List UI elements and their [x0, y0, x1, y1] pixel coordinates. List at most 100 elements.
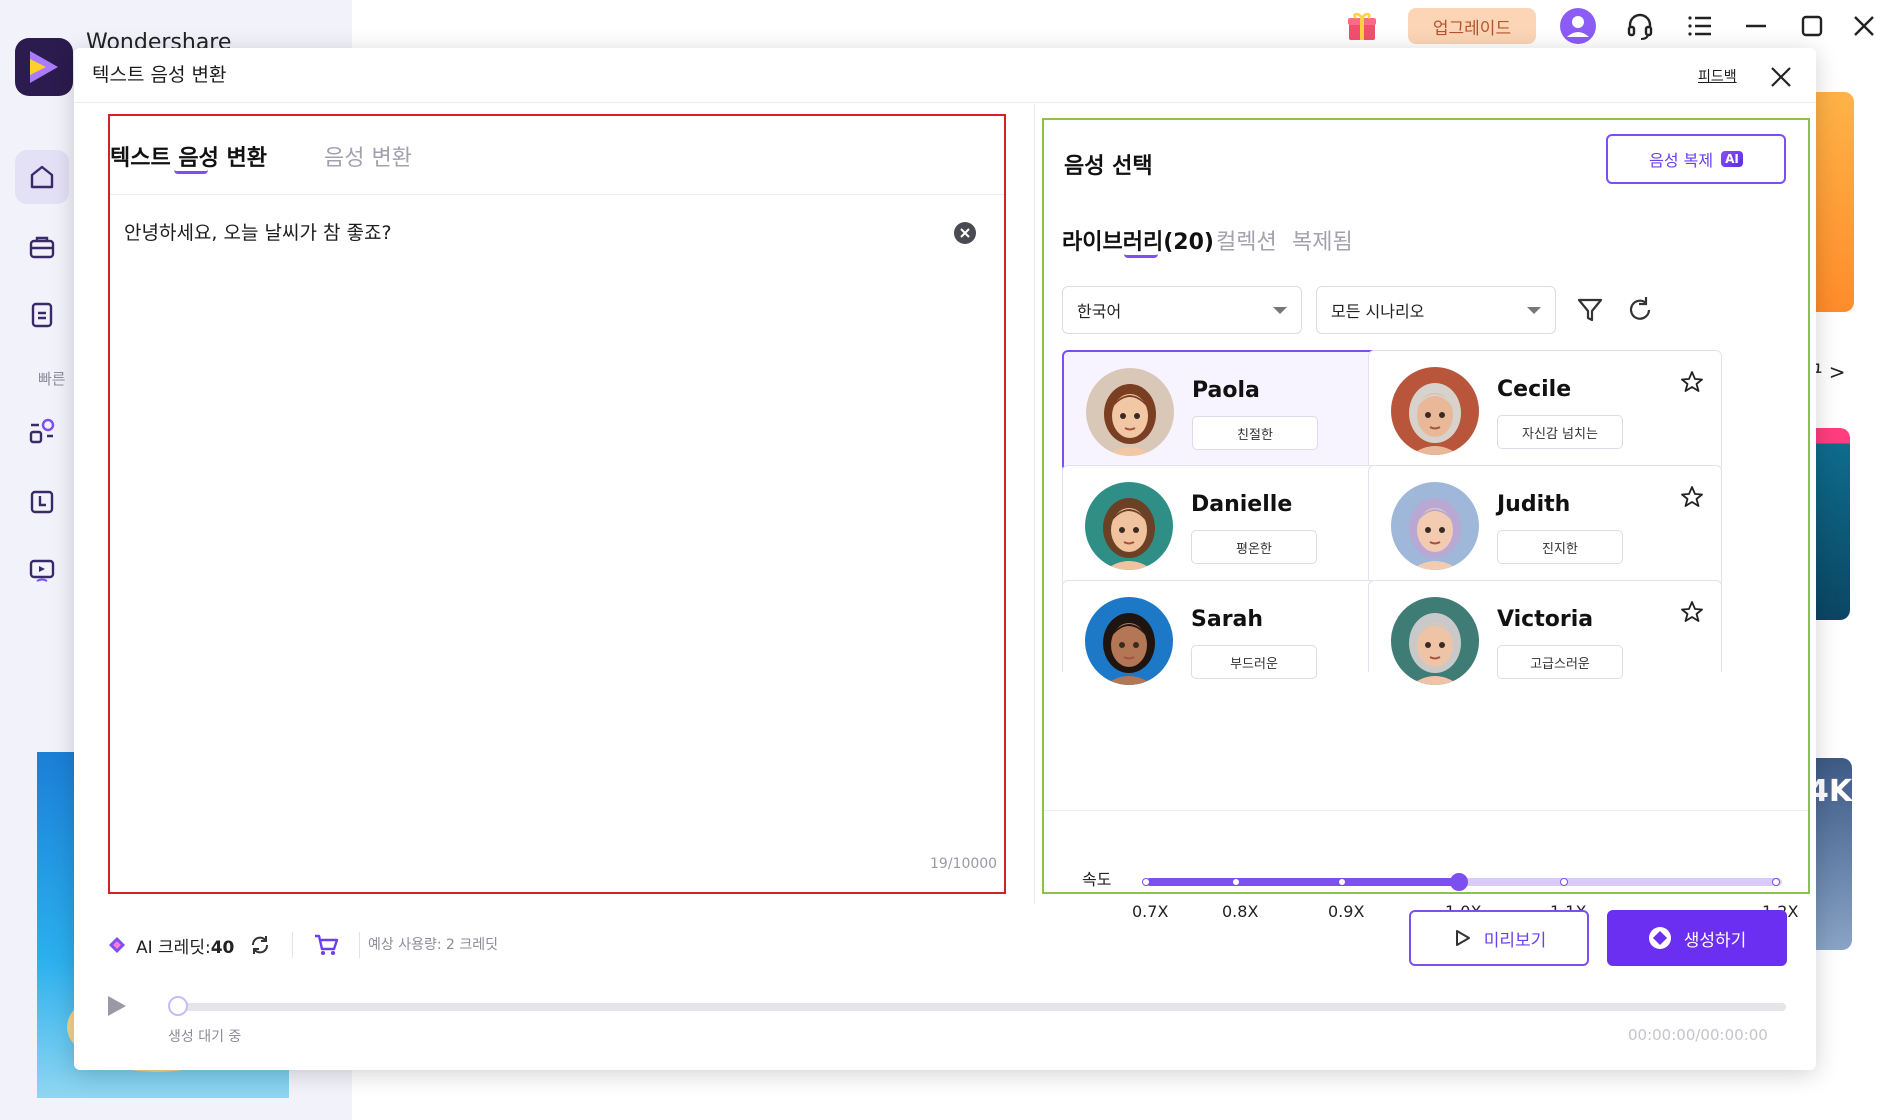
voice-card[interactable]: Victoria 고급스러운	[1368, 580, 1722, 685]
window-close-icon[interactable]	[1840, 6, 1886, 46]
speed-tick	[1772, 878, 1780, 886]
star-icon[interactable]	[1679, 369, 1705, 395]
voice-style-tag: 평온한	[1191, 530, 1317, 564]
apps-icon[interactable]	[15, 404, 69, 458]
gift-icon[interactable]	[1338, 6, 1386, 46]
credit-info: AI 크레딧:40	[108, 932, 370, 958]
tts-text-input[interactable]: 안녕하세요, 오늘 날씨가 참 좋죠?	[124, 218, 392, 245]
generate-icon	[1648, 927, 1671, 949]
speed-slider-fill	[1146, 878, 1459, 886]
edit-icon[interactable]	[15, 474, 69, 528]
feedback-link[interactable]: 피드백	[1698, 66, 1737, 86]
quick-label: 빠른	[38, 370, 66, 388]
star-icon[interactable]	[1679, 599, 1705, 625]
speed-slider-knob[interactable]	[1450, 873, 1468, 891]
preview-button[interactable]: 미리보기	[1409, 910, 1589, 966]
voice-clone-label: 음성 복제	[1649, 151, 1714, 170]
voice-card[interactable]: Cecile 자신감 넘치는	[1368, 350, 1722, 472]
list-divider	[1044, 810, 1808, 811]
voice-name: Cecile	[1497, 377, 1572, 402]
upgrade-button[interactable]: 업그레이드	[1408, 8, 1536, 44]
audio-progress-knob[interactable]	[168, 996, 188, 1016]
menu-list-icon[interactable]	[1676, 6, 1724, 46]
voice-avatar	[1391, 482, 1479, 570]
voice-card[interactable]: Sarah 부드러운	[1062, 580, 1416, 685]
voice-card[interactable]: Danielle 평온한	[1062, 465, 1416, 587]
chevron-down-icon	[1527, 306, 1541, 314]
star-icon[interactable]	[1679, 484, 1705, 510]
dialog-close-icon[interactable]	[1764, 60, 1798, 94]
speed-tick	[1142, 878, 1150, 886]
cart-icon[interactable]	[313, 933, 339, 957]
voice-name: Danielle	[1191, 492, 1293, 517]
voice-style-tag: 자신감 넘치는	[1497, 415, 1623, 449]
credit-divider	[292, 932, 294, 958]
text-area-divider	[110, 194, 1004, 195]
credit-label: AI 크레딧:	[136, 937, 211, 958]
credit-value: 40	[210, 937, 235, 958]
account-icon[interactable]	[1554, 6, 1602, 46]
voice-avatar	[1085, 482, 1173, 570]
tts-dialog: 텍스트 음성 변환 피드백 텍스트 음성 변환 음성 변환 안녕하세요, 오늘 …	[74, 48, 1816, 1070]
chevron-down-icon	[1273, 306, 1287, 314]
voice-style-tag: 고급스러운	[1497, 645, 1623, 679]
voice-style-tag: 부드러운	[1191, 645, 1317, 679]
voice-name: Paola	[1192, 378, 1260, 403]
toolbox-icon[interactable]	[15, 220, 69, 274]
voice-clone-button[interactable]: 음성 복제 AI	[1606, 134, 1786, 184]
scenario-select[interactable]: 모든 시나리오	[1316, 286, 1556, 334]
estimated-usage: 예상 사용량: 2 크레딧	[368, 937, 499, 953]
headset-icon[interactable]	[1616, 6, 1664, 46]
tab-text-to-speech[interactable]: 텍스트 음성 변환	[110, 140, 267, 174]
voice-style-tag: 친절한	[1192, 416, 1318, 450]
play-icon[interactable]	[104, 994, 128, 1018]
tab-collection[interactable]: 컬렉션	[1216, 224, 1277, 256]
filter-icon[interactable]	[1574, 294, 1606, 326]
tab-cloned[interactable]: 복제됨	[1292, 224, 1353, 256]
speed-label: 속도	[1082, 870, 1112, 889]
voice-name: Judith	[1497, 492, 1571, 517]
voice-avatar	[1391, 597, 1479, 685]
voice-name: Sarah	[1191, 607, 1264, 632]
voice-select-panel: 음성 선택 음성 복제 AI 라이브러리(20) 컬렉션 복제됨 한국어 모든 …	[1042, 118, 1810, 921]
document-icon[interactable]	[15, 288, 69, 342]
char-counter: 19/10000	[930, 856, 998, 872]
tab-active-indicator	[1124, 254, 1158, 258]
voice-name: Victoria	[1497, 607, 1594, 632]
app-logo	[15, 38, 73, 96]
speed-tick-label: 0.9X	[1328, 902, 1365, 921]
language-select-value: 한국어	[1077, 302, 1122, 321]
panel-divider	[1034, 104, 1035, 904]
generate-button[interactable]: 생성하기	[1607, 910, 1787, 966]
speed-tick	[1338, 878, 1346, 886]
tab-library[interactable]: 라이브러리(20)	[1062, 224, 1214, 258]
voice-select-title: 음성 선택	[1064, 154, 1153, 179]
voice-style-tag: 진지한	[1497, 530, 1623, 564]
minimize-icon[interactable]	[1732, 6, 1780, 46]
audio-time: 00:00:00/00:00:00	[1628, 1026, 1768, 1044]
scenario-select-value: 모든 시나리오	[1331, 302, 1425, 321]
credit-refresh-icon[interactable]	[248, 933, 272, 957]
ai-credit-icon	[109, 937, 125, 953]
voice-avatar	[1086, 368, 1174, 456]
maximize-icon[interactable]	[1788, 6, 1836, 46]
generation-status: 생성 대기 중	[168, 1029, 242, 1045]
language-select[interactable]: 한국어	[1062, 286, 1302, 334]
clear-text-icon[interactable]	[954, 222, 976, 244]
speed-slider[interactable]	[1142, 873, 1782, 891]
text-input-panel: 텍스트 음성 변환 음성 변환 안녕하세요, 오늘 날씨가 참 좋죠? 19/1…	[108, 114, 1006, 894]
tab-active-indicator	[174, 170, 208, 174]
audio-progress-bar[interactable]	[174, 1003, 1786, 1011]
tab-library-label: 라이브러리(20)	[1062, 230, 1214, 255]
tv-icon[interactable]	[15, 542, 69, 596]
voice-card[interactable]: Paola 친절한	[1062, 350, 1416, 472]
dialog-title: 텍스트 음성 변환	[92, 64, 227, 86]
tab-voice-conversion[interactable]: 음성 변환	[324, 140, 412, 172]
speed-tick-label: 0.7X	[1132, 902, 1169, 921]
home-icon[interactable]	[15, 150, 69, 204]
speed-tick	[1560, 878, 1568, 886]
voice-card[interactable]: Judith 진지한	[1368, 465, 1722, 587]
refresh-icon[interactable]	[1624, 294, 1656, 326]
cart-divider	[359, 932, 361, 958]
speed-tick-label: 0.8X	[1222, 902, 1259, 921]
